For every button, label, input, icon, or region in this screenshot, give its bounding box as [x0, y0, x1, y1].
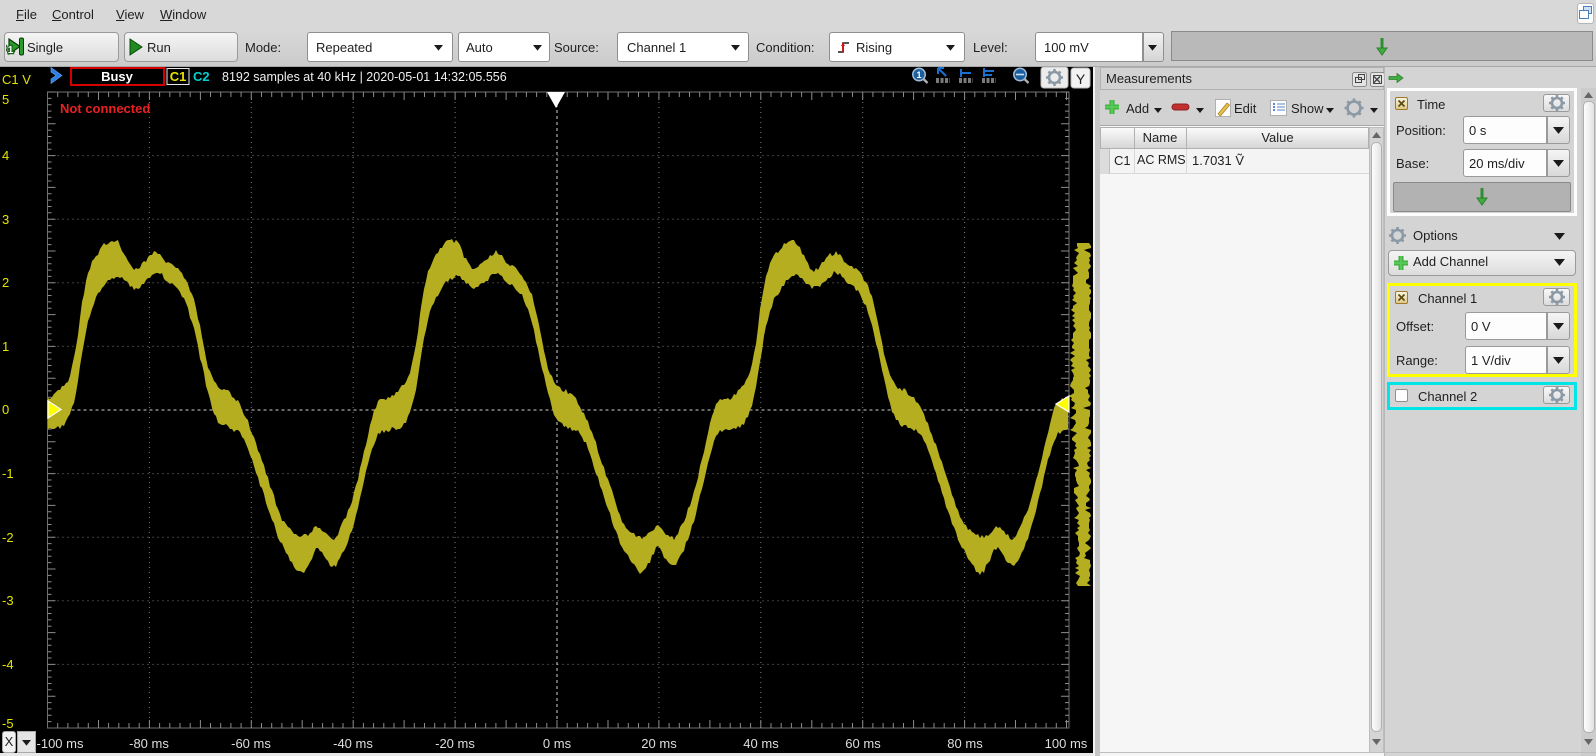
- svg-text:1: 1: [916, 70, 921, 80]
- svg-text:-5: -5: [2, 716, 14, 731]
- svg-text:8192 samples at 40 kHz | 2020-: 8192 samples at 40 kHz | 2020-05-01 14:3…: [222, 70, 507, 84]
- svg-text:-80 ms: -80 ms: [129, 736, 169, 751]
- svg-text:0: 0: [2, 402, 9, 417]
- svg-text:1: 1: [2, 339, 9, 354]
- svg-text:0 ms: 0 ms: [543, 736, 572, 751]
- svg-text:80 ms: 80 ms: [947, 736, 983, 751]
- svg-text:4: 4: [2, 148, 9, 163]
- svg-text:-1: -1: [2, 466, 14, 481]
- svg-text:5: 5: [2, 92, 9, 107]
- svg-text:-100 ms: -100 ms: [37, 736, 84, 751]
- svg-text:1: 1: [8, 45, 14, 56]
- svg-text:-60 ms: -60 ms: [231, 736, 271, 751]
- svg-text:C2: C2: [193, 69, 210, 84]
- svg-text:2: 2: [2, 275, 9, 290]
- svg-text:100 ms: 100 ms: [1045, 736, 1088, 751]
- svg-text:-3: -3: [2, 593, 14, 608]
- svg-text:3: 3: [2, 212, 9, 227]
- svg-text:Edit: Edit: [1234, 101, 1257, 116]
- svg-text:Add: Add: [1126, 101, 1149, 116]
- svg-text:20 ms: 20 ms: [641, 736, 677, 751]
- svg-text:-4: -4: [2, 657, 14, 672]
- svg-text:C1 V: C1 V: [2, 72, 31, 87]
- svg-text:60 ms: 60 ms: [845, 736, 881, 751]
- svg-text:Busy: Busy: [101, 69, 134, 84]
- svg-text:-2: -2: [2, 530, 14, 545]
- svg-text:Y: Y: [1076, 71, 1086, 87]
- svg-text:Not connected: Not connected: [60, 101, 150, 116]
- svg-text:-40 ms: -40 ms: [333, 736, 373, 751]
- svg-text:C1: C1: [170, 69, 187, 84]
- svg-text:-20 ms: -20 ms: [435, 736, 475, 751]
- svg-text:40 ms: 40 ms: [743, 736, 779, 751]
- svg-text:Show: Show: [1291, 101, 1324, 116]
